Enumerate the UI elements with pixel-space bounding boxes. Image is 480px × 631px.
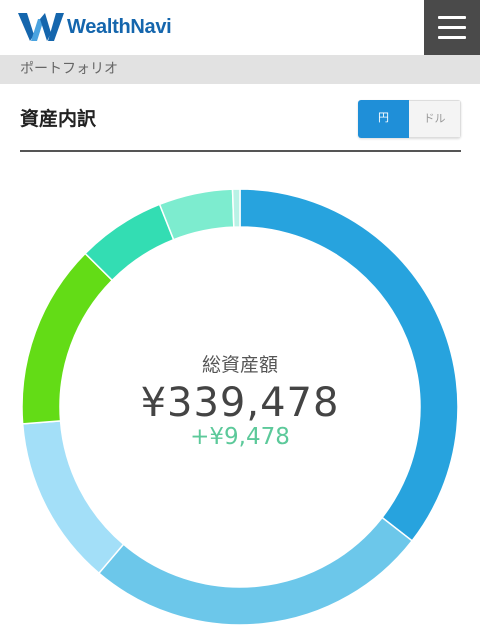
donut-segment-7[interactable] [231, 188, 241, 228]
total-assets-value: ¥339,478 [140, 380, 340, 426]
total-assets-label: 総資産額 [201, 354, 278, 376]
logo-text: WealthNavi [67, 15, 172, 38]
app-header: WealthNavi [0, 0, 480, 55]
breadcrumb: ポートフォリオ [0, 55, 480, 84]
currency-option-dollar[interactable]: ドル [409, 100, 461, 138]
wealthnavi-logo-icon [18, 13, 64, 41]
donut-segment-2[interactable] [97, 516, 414, 626]
wealthnavi-logo[interactable]: WealthNavi [18, 10, 172, 44]
donut-segment-6[interactable] [158, 188, 235, 241]
breadcrumb-label: ポートフォリオ [20, 61, 118, 77]
section-divider [20, 150, 461, 152]
hamburger-menu-icon [438, 16, 466, 19]
currency-option-yen[interactable]: 円 [358, 100, 409, 138]
total-assets-change: +¥9,478 [190, 424, 290, 450]
hamburger-menu-button[interactable] [424, 0, 480, 55]
hamburger-menu-icon-line [438, 36, 466, 39]
section-title: 資産内訳 [20, 108, 97, 130]
currency-toggle: 円 ドル [358, 100, 461, 138]
hamburger-menu-icon-line [438, 26, 466, 29]
total-assets-summary: 総資産額 ¥339,478 +¥9,478 [20, 350, 460, 450]
